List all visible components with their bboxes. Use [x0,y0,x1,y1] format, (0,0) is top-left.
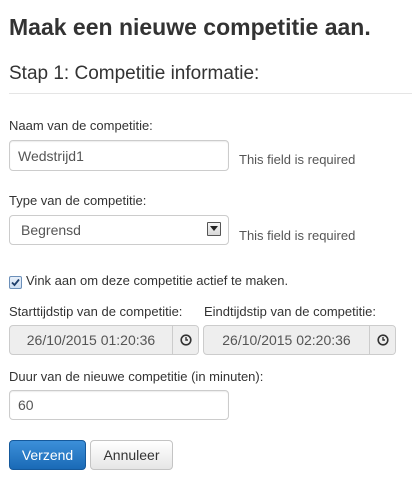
active-checkbox[interactable] [9,276,22,289]
duration-label: Duur van de nieuwe competitie (in minute… [9,369,264,384]
type-select[interactable]: Begrensd [9,215,229,245]
name-input[interactable] [9,140,229,171]
start-datetime-group: 26/10/2015 01:20:36 [9,325,199,355]
start-label: Starttijdstip van de competitie: [9,304,183,319]
end-label: Eindtijdstip van de competitie: [204,304,376,319]
start-datetime-input: 26/10/2015 01:20:36 [26,332,156,348]
end-datetime-input: 26/10/2015 02:20:36 [222,332,351,348]
type-select-value: Begrensd [21,222,81,238]
duration-input[interactable] [9,390,229,420]
step-title: Stap 1: Competitie informatie: [9,63,260,84]
end-datetime-group: 26/10/2015 02:20:36 [203,325,396,355]
chevron-down-icon[interactable] [207,222,221,236]
submit-button[interactable]: Verzend [9,440,86,470]
name-help: This field is required [239,152,356,167]
type-label: Type van de competitie: [9,193,147,208]
page-title: Maak een nieuwe competitie aan. [9,14,371,40]
type-help: This field is required [239,228,356,243]
clock-icon [180,334,192,346]
end-clock-button[interactable] [369,326,395,354]
name-label: Naam van de competitie: [9,118,153,133]
cancel-button[interactable]: Annuleer [90,440,173,470]
active-checkbox-label[interactable]: Vink aan om deze competitie actief te ma… [26,273,288,288]
divider [9,93,412,94]
clock-icon [377,334,389,346]
start-clock-button[interactable] [172,326,198,354]
